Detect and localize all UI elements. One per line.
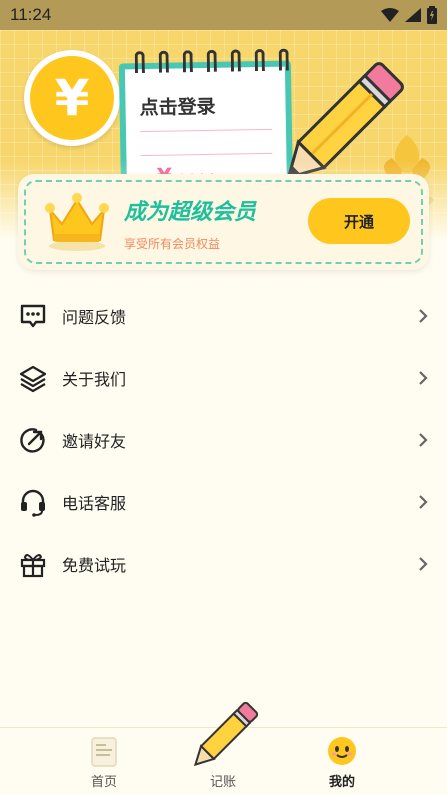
status-time: 11:24 <box>10 5 52 24</box>
note-line <box>139 128 272 133</box>
battery-icon <box>427 6 437 24</box>
gift-icon <box>18 549 48 579</box>
menu-item-free-trial[interactable]: 免费试玩 <box>0 533 447 595</box>
share-icon <box>18 425 48 455</box>
coin-icon: ¥ <box>24 50 120 146</box>
menu-item-invite[interactable]: 邀请好友 <box>0 409 447 471</box>
chevron-right-icon <box>417 370 429 386</box>
wifi-icon <box>381 8 399 22</box>
menu-item-label: 电话客服 <box>62 494 127 513</box>
chevron-right-icon <box>417 432 429 448</box>
menu-item-label: 关于我们 <box>62 370 127 389</box>
login-button[interactable]: 点击登录 <box>139 92 215 120</box>
tab-label: 首页 <box>90 775 117 790</box>
tab-bookkeeping[interactable]: 记账 <box>163 702 283 795</box>
chevron-right-icon <box>417 308 429 324</box>
settings-menu: 问题反馈 关于我们 邀请好友 电话客服 免费试玩 <box>0 285 447 595</box>
tab-label: 记账 <box>209 775 236 790</box>
pencil-icon <box>163 702 283 772</box>
signal-icon <box>405 8 421 22</box>
bottom-tab-bar: 首页 记账 我的 <box>0 702 447 795</box>
menu-item-feedback[interactable]: 问题反馈 <box>0 285 447 347</box>
smiley-icon <box>282 736 402 766</box>
tab-home[interactable]: 首页 <box>44 728 164 795</box>
menu-item-label: 问题反馈 <box>62 308 127 327</box>
document-icon <box>44 736 164 768</box>
headset-icon <box>18 487 48 517</box>
status-icons <box>381 6 437 24</box>
vip-card[interactable]: 成为超级会员 享受所有会员权益 开通 <box>18 174 429 270</box>
notepad-rings <box>134 48 289 74</box>
tab-label: 我的 <box>328 775 355 790</box>
note-line <box>140 152 273 157</box>
menu-item-label: 邀请好友 <box>62 432 127 451</box>
menu-item-label: 免费试玩 <box>62 556 127 575</box>
open-vip-button[interactable]: 开通 <box>308 198 410 244</box>
chevron-right-icon <box>417 556 429 572</box>
menu-item-about[interactable]: 关于我们 <box>0 347 447 409</box>
feedback-icon <box>18 301 48 331</box>
currency-symbol: ¥ <box>54 69 90 127</box>
layers-icon <box>18 363 48 393</box>
chevron-right-icon <box>417 494 429 510</box>
crown-icon <box>45 193 109 251</box>
vip-subtitle: 享受所有会员权益 <box>124 237 221 251</box>
menu-item-customer-service[interactable]: 电话客服 <box>0 471 447 533</box>
tab-profile[interactable]: 我的 <box>282 728 402 795</box>
vip-title: 成为超级会员 <box>124 200 257 225</box>
status-bar: 11:24 <box>0 0 447 30</box>
